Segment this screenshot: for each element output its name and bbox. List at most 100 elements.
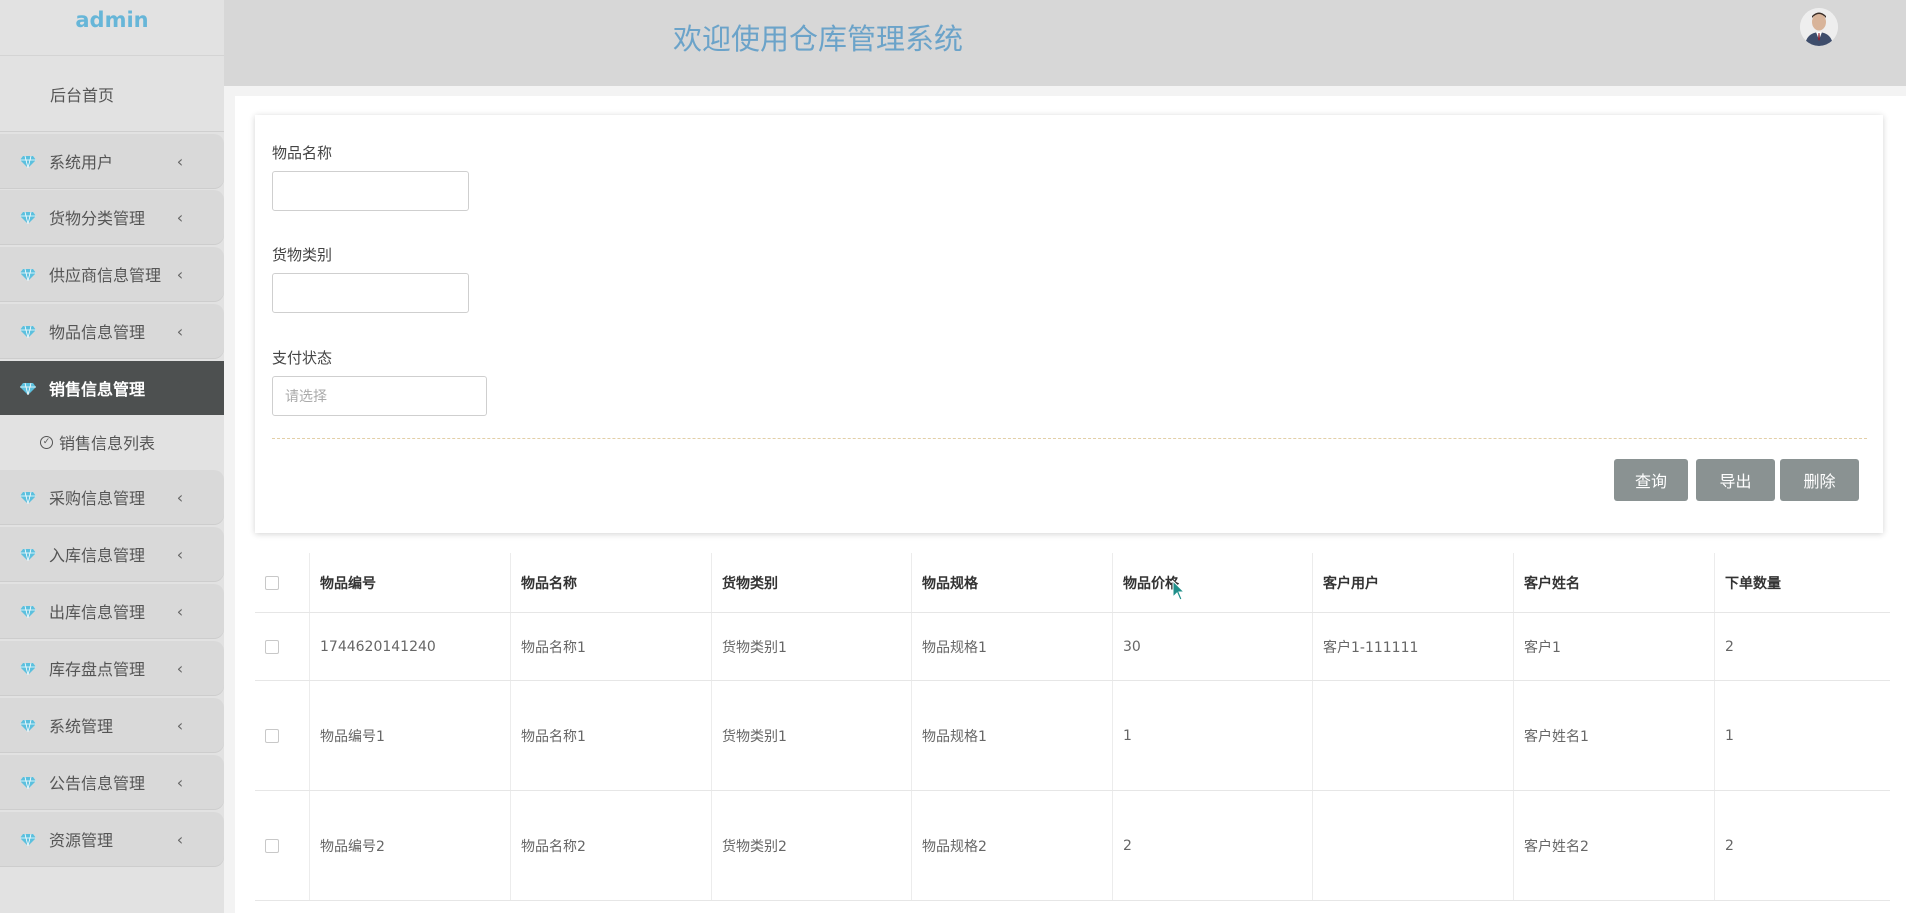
column-header[interactable]: 物品规格 [911, 553, 1112, 612]
user-avatar-icon [1800, 8, 1838, 46]
sidebar-item-label: 出库信息管理 [49, 603, 146, 622]
row-checkbox[interactable] [265, 729, 279, 743]
chevron-left-icon: ‹ [176, 544, 184, 564]
sales-table: 物品编号 物品名称 货物类别 物品规格 物品价格 客户用户 客户姓名 下单数量 1744620… [255, 553, 1890, 913]
delete-button[interactable]: 删除 [1780, 459, 1859, 501]
sidebar-item-2[interactable]: 供应商信息管理 ‹ [0, 247, 224, 301]
row-checkbox[interactable] [265, 640, 279, 654]
table-cell: 货物类别2 [711, 791, 911, 900]
table-cell: 1744620141240 [309, 613, 510, 680]
query-button[interactable]: 查询 [1614, 459, 1688, 501]
table-row[interactable]: 物品编号1 物品名称1 货物类别1 物品规格1 1 客户姓名1 1 [255, 681, 1890, 791]
sidebar-item-5[interactable]: 采购信息管理 ‹ [0, 470, 224, 524]
table-cell: 物品编号1 [309, 681, 510, 790]
chevron-left-icon: ‹ [176, 658, 184, 678]
sidebar-subitem-label: 销售信息列表 [59, 434, 156, 453]
table-cell [1312, 681, 1513, 790]
divider [272, 438, 1867, 439]
chevron-left-icon: ‹ [176, 829, 184, 849]
mouse-cursor-icon [1172, 580, 1186, 601]
pay-status-select[interactable]: 请选择 [272, 376, 487, 416]
sidebar-item-label: 系统管理 [49, 717, 114, 736]
diamond-icon [20, 548, 36, 561]
export-button[interactable]: 导出 [1696, 459, 1775, 501]
table-cell: 2 [1112, 791, 1312, 900]
sidebar-item-label: 销售信息管理 [49, 380, 146, 399]
sidebar-item-1[interactable]: 货物分类管理 ‹ [0, 190, 224, 244]
column-header[interactable]: 货物类别 [711, 553, 911, 612]
diamond-icon [20, 155, 36, 168]
item-name-input[interactable] [272, 171, 469, 211]
diamond-icon [20, 325, 36, 338]
table-row[interactable]: 1744620141240 物品名称1 货物类别1 物品规格1 30 客户1-111111… [255, 613, 1890, 681]
column-header[interactable]: 物品价格 [1112, 553, 1312, 612]
diamond-icon [20, 268, 36, 281]
table-cell: 30 [1112, 613, 1312, 680]
sidebar-item-label: 入库信息管理 [49, 546, 146, 565]
table-cell: 物品名称2 [510, 791, 711, 900]
sidebar-item-7[interactable]: 出库信息管理 ‹ [0, 584, 224, 638]
check-circle-icon: ✓ [40, 435, 53, 449]
table-cell: 客户姓名1 [1513, 681, 1714, 790]
diamond-icon [20, 605, 36, 618]
diamond-icon [20, 491, 36, 504]
table-cell: 客户1 [1513, 613, 1714, 680]
sidebar-item-3[interactable]: 物品信息管理 ‹ [0, 304, 224, 358]
table-cell: 物品编号2 [309, 791, 510, 900]
table-row[interactable]: 物品编号2 物品名称2 货物类别2 物品规格2 2 客户姓名2 2 [255, 791, 1890, 901]
table-cell: 2 [1714, 613, 1890, 680]
table-cell: 货物类别1 [711, 681, 911, 790]
brand-username: admin [0, 0, 224, 56]
column-header[interactable]: 客户用户 [1312, 553, 1513, 612]
header: 欢迎使用仓库管理系统 [224, 0, 1906, 86]
table-cell: 客户姓名2 [1513, 791, 1714, 900]
column-header[interactable]: 客户姓名 [1513, 553, 1714, 612]
sidebar-item-9[interactable]: 系统管理 ‹ [0, 698, 224, 752]
sidebar-item-11[interactable]: 资源管理 ‹ [0, 812, 224, 866]
category-input[interactable] [272, 273, 469, 313]
sidebar-item-label: 资源管理 [49, 831, 114, 850]
column-header[interactable]: 物品编号 [309, 553, 510, 612]
category-label: 货物类别 [272, 246, 333, 264]
select-all-checkbox[interactable] [265, 576, 279, 590]
sidebar-subitem-sales-list[interactable]: ✓ 销售信息列表 [0, 416, 224, 468]
table-cell: 1 [1714, 681, 1890, 790]
chevron-left-icon: ‹ [176, 601, 184, 621]
sidebar-item-label: 库存盘点管理 [49, 660, 146, 679]
sidebar-item-6[interactable]: 入库信息管理 ‹ [0, 527, 224, 581]
chevron-left-icon: ‹ [176, 715, 184, 735]
row-checkbox[interactable] [265, 839, 279, 853]
item-name-label: 物品名称 [272, 144, 333, 162]
sidebar-item-home[interactable]: 后台首页 [0, 56, 224, 132]
table-cell: 客户1-111111 [1312, 613, 1513, 680]
table-cell [1312, 791, 1513, 900]
diamond-icon [20, 719, 36, 732]
table-cell: 物品规格1 [911, 681, 1112, 790]
sidebar-item-8[interactable]: 库存盘点管理 ‹ [0, 641, 224, 695]
table-cell: 物品名称1 [510, 613, 711, 680]
column-header[interactable]: 下单数量 [1714, 553, 1890, 612]
diamond-icon [20, 833, 36, 846]
table-cell: 货物类别1 [711, 613, 911, 680]
page-title: 欢迎使用仓库管理系统 [673, 22, 964, 56]
sidebar-item-4[interactable]: 销售信息管理 ˅ [0, 361, 224, 415]
sidebar-item-10[interactable]: 公告信息管理 ‹ [0, 755, 224, 809]
avatar[interactable] [1800, 8, 1838, 46]
chevron-left-icon: ‹ [176, 487, 184, 507]
column-header[interactable]: 物品名称 [510, 553, 711, 612]
diamond-icon [20, 211, 36, 224]
sidebar-item-label: 货物分类管理 [49, 209, 146, 228]
sidebar-item-label: 系统用户 [49, 153, 114, 172]
chevron-left-icon: ‹ [176, 151, 184, 171]
diamond-icon [20, 382, 36, 395]
table-cell: 物品规格2 [911, 791, 1112, 900]
table-cell: 物品规格1 [911, 613, 1112, 680]
diamond-icon [20, 662, 36, 675]
sidebar-item-0[interactable]: 系统用户 ‹ [0, 134, 224, 188]
table-cell: 物品名称1 [510, 681, 711, 790]
chevron-left-icon: ‹ [176, 772, 184, 792]
chevron-left-icon: ‹ [176, 207, 184, 227]
diamond-icon [20, 776, 36, 789]
chevron-left-icon: ‹ [176, 264, 184, 284]
search-panel: 物品名称 货物类别 支付状态 请选择 查询 导出 删除 [255, 115, 1883, 533]
